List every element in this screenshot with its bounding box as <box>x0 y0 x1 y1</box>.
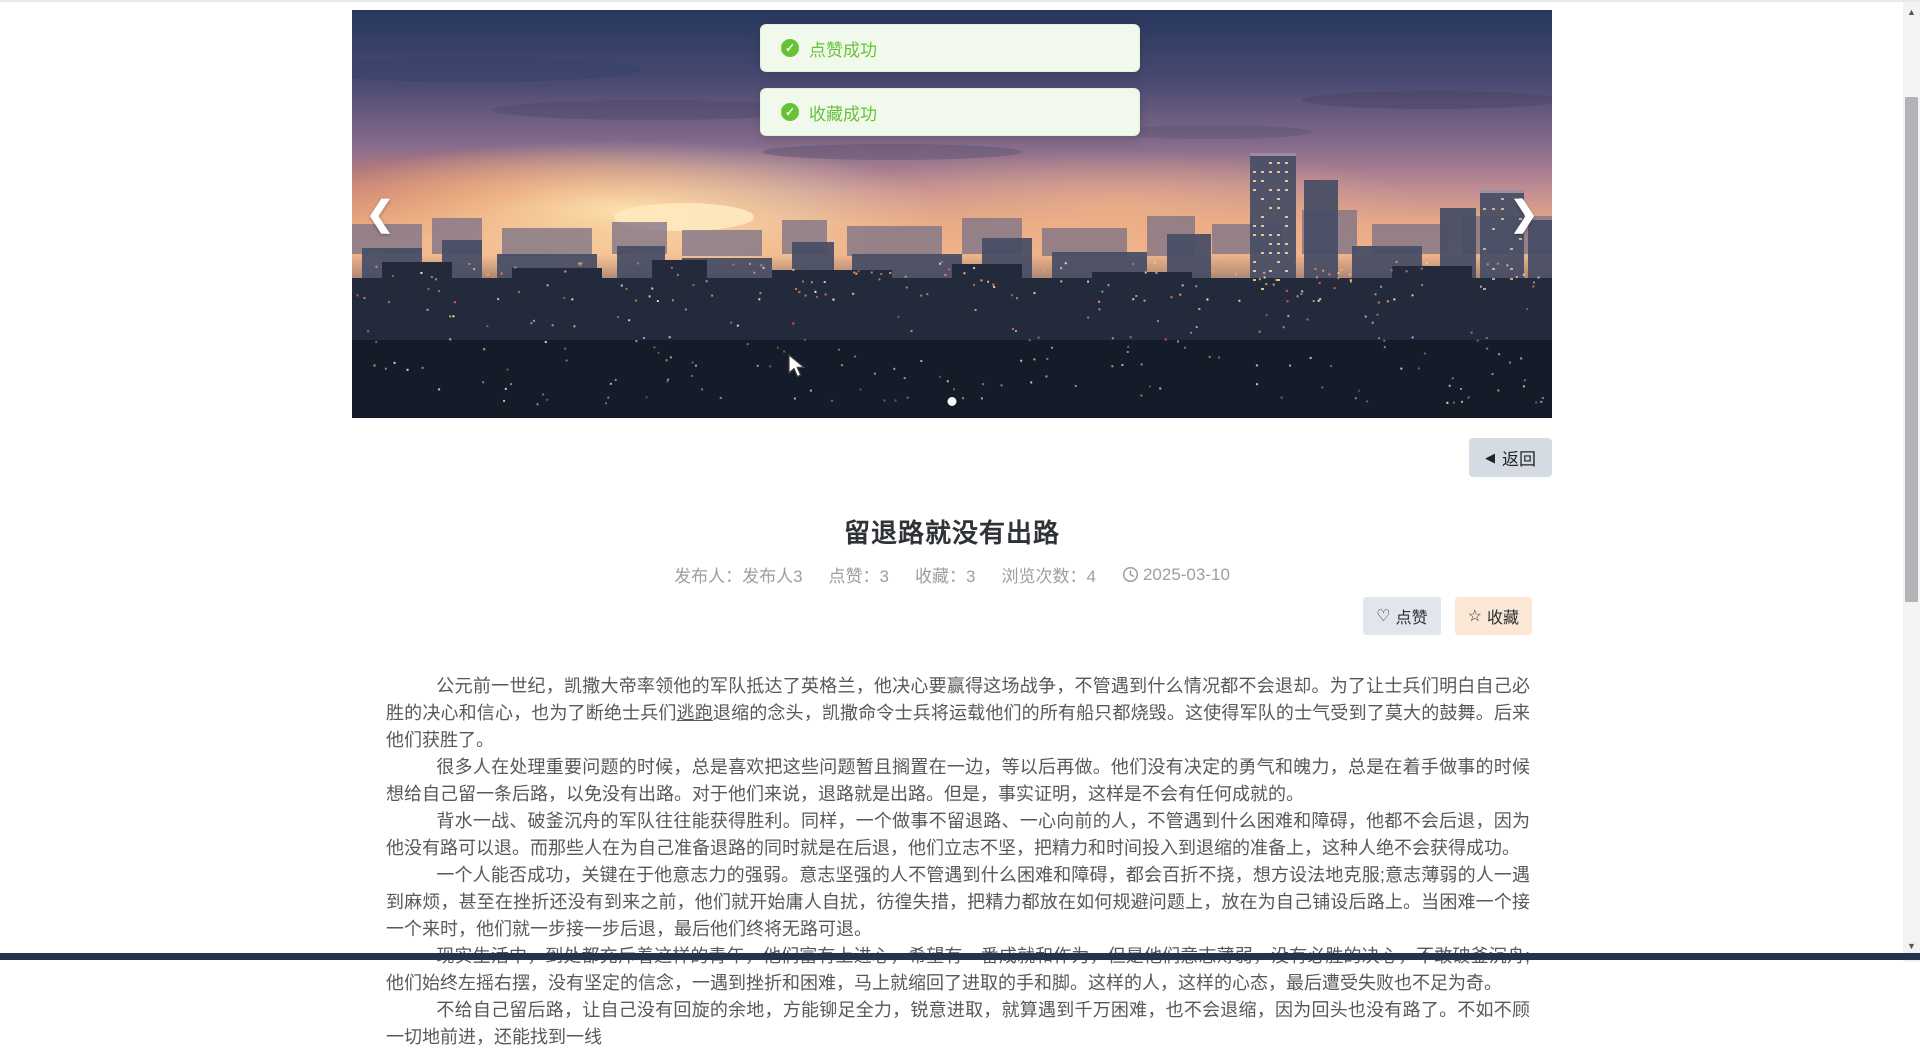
meta-views: 浏览次数：4 <box>1001 567 1096 586</box>
favorite-button[interactable]: ☆ 收藏 <box>1454 597 1532 635</box>
chevron-right-icon: ❯ <box>1509 195 1539 233</box>
meta-likes: 点赞：3 <box>828 567 890 586</box>
back-arrow-icon: ◀ <box>1485 449 1495 465</box>
check-circle-icon: ✓ <box>781 103 799 121</box>
vertical-scrollbar[interactable]: ▲ ▼ <box>1903 2 1920 962</box>
article-paragraph: 一个人能否成功，关键在于他意志力的强弱。意志坚强的人不管遇到什么困难和障碍，都会… <box>386 865 1530 939</box>
carousel-prev-button[interactable]: ❮ <box>362 192 398 236</box>
meta-favorites: 收藏：3 <box>915 567 976 586</box>
star-icon: ☆ <box>1467 608 1482 625</box>
meta-publisher: 发布人：发布人3 <box>674 567 803 586</box>
back-button-label: 返回 <box>1502 450 1536 469</box>
article-paragraph: 现实生活中，到处都充斥着这样的青年，他们富有上进心，希望有一番成就和作为，但是他… <box>386 946 1530 993</box>
back-button[interactable]: ◀ 返回 <box>1469 438 1552 477</box>
article-meta: 发布人：发布人3 点赞：3 收藏：3 浏览次数：4 2025-03-10 <box>352 562 1552 587</box>
chevron-left-icon: ❮ <box>365 195 395 233</box>
article-title: 留退路就没有出路 <box>843 518 1060 548</box>
article-paragraph: 背水一战、破釜沉舟的军队往往能获得胜利。同样，一个做事不留退路、一心向前的人，不… <box>386 811 1530 858</box>
scrollbar-up-arrow-icon[interactable]: ▲ <box>1903 4 1920 20</box>
clock-icon <box>1122 566 1138 583</box>
like-button[interactable]: ♡ 点赞 <box>1363 597 1441 635</box>
favorite-button-label: 收藏 <box>1486 610 1519 627</box>
scrollbar-thumb[interactable] <box>1905 97 1918 602</box>
bottom-bar <box>0 953 1920 960</box>
carousel-next-button[interactable]: ❯ <box>1506 192 1542 236</box>
article-actions: ♡ 点赞 ☆ 收藏 <box>352 597 1532 635</box>
toast-text: 收藏成功 <box>809 104 877 124</box>
check-circle-icon: ✓ <box>781 39 799 57</box>
toast-text: 点赞成功 <box>809 40 877 60</box>
article-body: 公元前一世纪，凯撒大帝率领他的军队抵达了英格兰，他决心要赢得这场战争，不管遇到什… <box>386 673 1530 1051</box>
meta-date: 2025-03-10 <box>1122 565 1230 585</box>
article-paragraph: 很多人在处理重要问题的时候，总是喜欢把这些问题暂且搁置在一边，等以后再做。他们没… <box>386 757 1530 804</box>
scrollbar-down-arrow-icon[interactable]: ▼ <box>1903 938 1920 954</box>
toast-like-success: ✓ 点赞成功 <box>760 24 1140 72</box>
back-row: ◀ 返回 <box>352 438 1552 477</box>
article-paragraph: 公元前一世纪，凯撒大帝率领他的军队抵达了英格兰，他决心要赢得这场战争，不管遇到什… <box>386 673 1530 754</box>
like-button-label: 点赞 <box>1395 610 1428 627</box>
meta-date-value: 2025-03-10 <box>1142 564 1230 584</box>
underlined-text: 逃跑 <box>676 703 713 723</box>
carousel-dot-indicator[interactable] <box>947 397 957 406</box>
heart-icon: ♡ <box>1376 608 1391 625</box>
toast-favorite-success: ✓ 收藏成功 <box>760 88 1140 136</box>
article-paragraph: 不给自己留后路，让自己没有回旋的余地，方能铆足全力，锐意进取，就算遇到千万困难，… <box>386 1000 1530 1047</box>
